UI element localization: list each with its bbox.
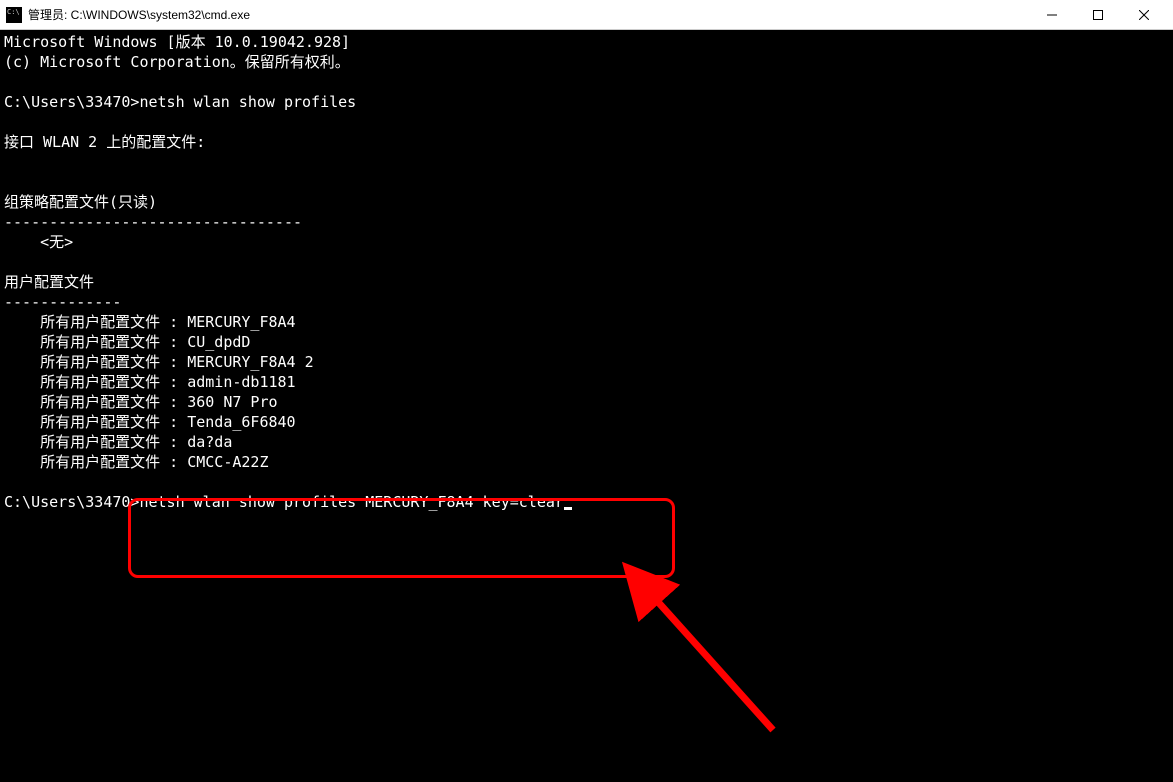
window-titlebar: 管理员: C:\WINDOWS\system32\cmd.exe xyxy=(0,0,1173,30)
profile-row: 所有用户配置文件 : 360 N7 Pro xyxy=(4,393,278,411)
group-policy-header: 组策略配置文件(只读) xyxy=(4,193,157,211)
profile-row: 所有用户配置文件 : MERCURY_F8A4 2 xyxy=(4,353,314,371)
profile-row: 所有用户配置文件 : da?da xyxy=(4,433,232,451)
cmd-icon xyxy=(6,7,22,23)
interface-header: 接口 WLAN 2 上的配置文件: xyxy=(4,133,205,151)
window-title: 管理员: C:\WINDOWS\system32\cmd.exe xyxy=(28,6,1029,23)
command-text: netsh wlan show profiles xyxy=(139,93,356,111)
profile-row: 所有用户配置文件 : MERCURY_F8A4 xyxy=(4,313,296,331)
divider: ------------- xyxy=(4,293,121,311)
divider: --------------------------------- xyxy=(4,213,302,231)
window-controls xyxy=(1029,0,1167,30)
os-header: Microsoft Windows [版本 10.0.19042.928] xyxy=(4,33,350,51)
none-entry: <无> xyxy=(4,233,73,251)
terminal-body[interactable]: Microsoft Windows [版本 10.0.19042.928] (c… xyxy=(0,30,1173,782)
copyright-line: (c) Microsoft Corporation。保留所有权利。 xyxy=(4,53,350,71)
profile-row: 所有用户配置文件 : admin-db1181 xyxy=(4,373,296,391)
cursor xyxy=(564,507,572,510)
close-button[interactable] xyxy=(1121,0,1167,30)
profile-row: 所有用户配置文件 : CMCC-A22Z xyxy=(4,453,269,471)
profile-row: 所有用户配置文件 : CU_dpdD xyxy=(4,333,250,351)
prompt-path: C:\Users\33470> xyxy=(4,493,139,511)
profile-row: 所有用户配置文件 : Tenda_6F6840 xyxy=(4,413,296,431)
command-text: netsh wlan show profiles MERCURY_F8A4 ke… xyxy=(139,493,563,511)
user-profiles-header: 用户配置文件 xyxy=(4,273,94,291)
minimize-button[interactable] xyxy=(1029,0,1075,30)
prompt-path: C:\Users\33470> xyxy=(4,93,139,111)
maximize-button[interactable] xyxy=(1075,0,1121,30)
